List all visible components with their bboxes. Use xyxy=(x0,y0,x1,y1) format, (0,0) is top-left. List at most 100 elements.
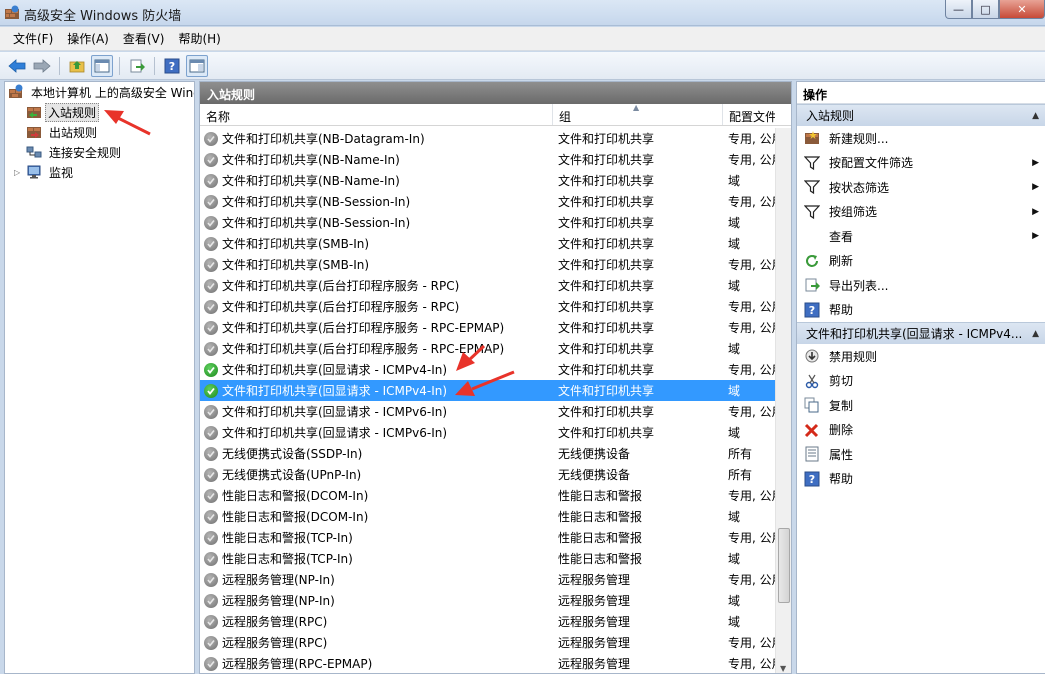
table-row[interactable]: 文件和打印机共享(后台打印程序服务 - RPC) 文件和打印机共享 域 xyxy=(200,275,775,296)
cell-group: 无线便携设备 xyxy=(558,447,631,461)
table-row[interactable]: 远程服务管理(RPC) 远程服务管理 专用, 公用 xyxy=(200,632,775,653)
table-row[interactable]: 性能日志和警报(TCP-In) 性能日志和警报 域 xyxy=(200,548,775,569)
show-hide-tree-button[interactable] xyxy=(91,54,113,77)
table-row[interactable]: 文件和打印机共享(后台打印程序服务 - RPC-EPMAP) 文件和打印机共享 专用… xyxy=(200,317,775,338)
action-item[interactable]: 剪切 xyxy=(797,369,1045,394)
table-row[interactable]: 文件和打印机共享(回显请求 - ICMPv4-In) 文件和打印机共享 域 xyxy=(200,380,775,401)
action-item[interactable]: 属性 xyxy=(797,442,1045,467)
menu-view[interactable]: 查看(V) xyxy=(116,30,172,47)
table-row[interactable]: 性能日志和警报(DCOM-In) 性能日志和警报 域 xyxy=(200,506,775,527)
disabled-rule-icon xyxy=(204,194,218,209)
actions-section-selected-rule[interactable]: 文件和打印机共享(回显请求 - ICMPv4... ▲ xyxy=(797,322,1045,344)
cell-name: 文件和打印机共享(SMB-In) xyxy=(200,256,553,273)
table-row[interactable]: 无线便携式设备(UPnP-In) 无线便携设备 所有 xyxy=(200,464,775,485)
rule-name: 远程服务管理(RPC) xyxy=(222,615,328,629)
action-label: 删除 xyxy=(829,423,854,438)
table-row[interactable]: 文件和打印机共享(NB-Name-In) 文件和打印机共享 专用, 公用 xyxy=(200,149,775,170)
table-row[interactable]: 文件和打印机共享(回显请求 - ICMPv6-In) 文件和打印机共享 域 xyxy=(200,422,775,443)
menu-help[interactable]: 帮助(H) xyxy=(171,30,227,47)
action-item[interactable]: 查看 ▶ xyxy=(797,224,1045,249)
table-row[interactable]: 文件和打印机共享(回显请求 - ICMPv6-In) 文件和打印机共享 专用, 公用 xyxy=(200,401,775,422)
table-row[interactable]: 文件和打印机共享(后台打印程序服务 - RPC-EPMAP) 文件和打印机共享 域 xyxy=(200,338,775,359)
action-item[interactable]: 复制 xyxy=(797,393,1045,418)
action-item[interactable]: 新建规则... xyxy=(797,126,1045,151)
action-label: 查看 xyxy=(829,229,854,244)
action-item[interactable]: 刷新 xyxy=(797,249,1045,274)
show-hide-tree-icon xyxy=(94,59,110,72)
cell-profile: 所有 xyxy=(728,468,753,482)
help-button[interactable]: ? xyxy=(161,55,183,77)
column-header-group[interactable]: ▲ 组 xyxy=(553,104,723,125)
action-item[interactable]: 禁用规则 xyxy=(797,344,1045,369)
filter-icon xyxy=(804,156,820,170)
table-row[interactable]: 文件和打印机共享(NB-Session-In) 文件和打印机共享 专用, 公用 xyxy=(200,191,775,212)
menu-file[interactable]: 文件(F) xyxy=(6,30,60,47)
cell-name: 远程服务管理(NP-In) xyxy=(200,571,553,588)
maximize-button[interactable]: □ xyxy=(972,0,999,19)
table-row[interactable]: 远程服务管理(NP-In) 远程服务管理 域 xyxy=(200,590,775,611)
table-row[interactable]: 文件和打印机共享(NB-Name-In) 文件和打印机共享 域 xyxy=(200,170,775,191)
tree-item-outbound-rules[interactable]: 出站规则 xyxy=(5,122,194,142)
scrollbar-thumb[interactable] xyxy=(778,528,790,603)
cell-profile: 域 xyxy=(728,174,741,188)
table-row[interactable]: 远程服务管理(RPC-EPMAP) 远程服务管理 专用, 公用 xyxy=(200,653,775,673)
enabled-rule-icon xyxy=(204,362,218,377)
properties-button[interactable] xyxy=(186,54,208,77)
tree-root[interactable]: 本地计算机 上的高级安全 Windows xyxy=(5,82,194,102)
scroll-down-icon[interactable]: ▼ xyxy=(780,664,786,673)
action-item[interactable]: 按状态筛选 ▶ xyxy=(797,175,1045,200)
action-item[interactable]: 按组筛选 ▶ xyxy=(797,200,1045,225)
menu-action[interactable]: 操作(A) xyxy=(60,30,116,47)
rule-name: 文件和打印机共享(回显请求 - ICMPv6-In) xyxy=(222,426,448,440)
action-item[interactable]: ? 帮助 xyxy=(797,298,1045,323)
tree-item-inbound-rules[interactable]: 入站规则 xyxy=(5,102,194,122)
firewall-app-icon xyxy=(5,5,19,19)
rules-pane: 入站规则 名称 ▲ 组 配置文件 文件和打印机共享(NB-Datagram-In… xyxy=(199,81,792,674)
cell-group: 性能日志和警报 xyxy=(558,552,643,566)
cell-group: 远程服务管理 xyxy=(558,594,631,608)
column-header-name[interactable]: 名称 xyxy=(200,104,553,125)
column-header-profile[interactable]: 配置文件 xyxy=(723,104,775,125)
cell-group: 远程服务管理 xyxy=(558,573,631,587)
table-row[interactable]: 无线便携式设备(SSDP-In) 无线便携设备 所有 xyxy=(200,443,775,464)
column-header-row: 名称 ▲ 组 配置文件 xyxy=(200,104,791,126)
minimize-button[interactable]: — xyxy=(945,0,972,19)
table-row[interactable]: 性能日志和警报(DCOM-In) 性能日志和警报 专用, 公用 xyxy=(200,485,775,506)
up-folder-icon xyxy=(69,60,85,72)
table-row[interactable]: 文件和打印机共享(SMB-In) 文件和打印机共享 专用, 公用 xyxy=(200,254,775,275)
close-button[interactable]: ✕ xyxy=(999,0,1045,19)
table-row[interactable]: 性能日志和警报(TCP-In) 性能日志和警报 专用, 公用 xyxy=(200,527,775,548)
disabled-rule-icon xyxy=(204,173,218,188)
collapse-icon[interactable]: ▲ xyxy=(1032,111,1039,121)
up-folder-button[interactable] xyxy=(66,55,88,77)
column-header-group-label: 组 xyxy=(559,110,572,124)
disabled-rule-icon xyxy=(204,551,218,566)
cell-group: 远程服务管理 xyxy=(558,636,631,650)
table-row[interactable]: 远程服务管理(RPC) 远程服务管理 域 xyxy=(200,611,775,632)
collapse-icon[interactable]: ▲ xyxy=(1032,329,1039,339)
action-item[interactable]: ? 帮助 xyxy=(797,467,1045,492)
actions-section-inbound-rules[interactable]: 入站规则 ▲ xyxy=(797,104,1045,126)
table-row[interactable]: 文件和打印机共享(NB-Datagram-In) 文件和打印机共享 专用, 公用 xyxy=(200,128,775,149)
table-row[interactable]: 远程服务管理(NP-In) 远程服务管理 专用, 公用 xyxy=(200,569,775,590)
table-row[interactable]: 文件和打印机共享(回显请求 - ICMPv4-In) 文件和打印机共享 专用, 公用 xyxy=(200,359,775,380)
delete-icon xyxy=(804,423,819,437)
table-row[interactable]: 文件和打印机共享(SMB-In) 文件和打印机共享 域 xyxy=(200,233,775,254)
cell-name: 文件和打印机共享(NB-Session-In) xyxy=(200,193,553,210)
cell-group: 文件和打印机共享 xyxy=(558,426,655,440)
vertical-scrollbar[interactable]: ▼ xyxy=(775,128,791,673)
action-item[interactable]: 导出列表... xyxy=(797,273,1045,298)
action-item[interactable]: 删除 xyxy=(797,418,1045,443)
table-row[interactable]: 文件和打印机共享(NB-Session-In) 文件和打印机共享 域 xyxy=(200,212,775,233)
expand-icon[interactable]: ▷ xyxy=(14,168,24,177)
tree-item-monitoring[interactable]: ▷ 监视 xyxy=(5,162,194,182)
table-row[interactable]: 文件和打印机共享(后台打印程序服务 - RPC) 文件和打印机共享 专用, 公用 xyxy=(200,296,775,317)
tree-item-connection-security-rules[interactable]: 连接安全规则 xyxy=(5,142,194,162)
back-button[interactable] xyxy=(6,55,28,77)
cell-profile: 专用, 公用 xyxy=(728,132,775,146)
action-item[interactable]: 按配置文件筛选 ▶ xyxy=(797,151,1045,176)
cell-name: 远程服务管理(RPC-EPMAP) xyxy=(200,655,553,672)
export-list-button[interactable] xyxy=(126,55,148,77)
forward-button[interactable] xyxy=(31,55,53,77)
svg-text:?: ? xyxy=(809,473,815,486)
